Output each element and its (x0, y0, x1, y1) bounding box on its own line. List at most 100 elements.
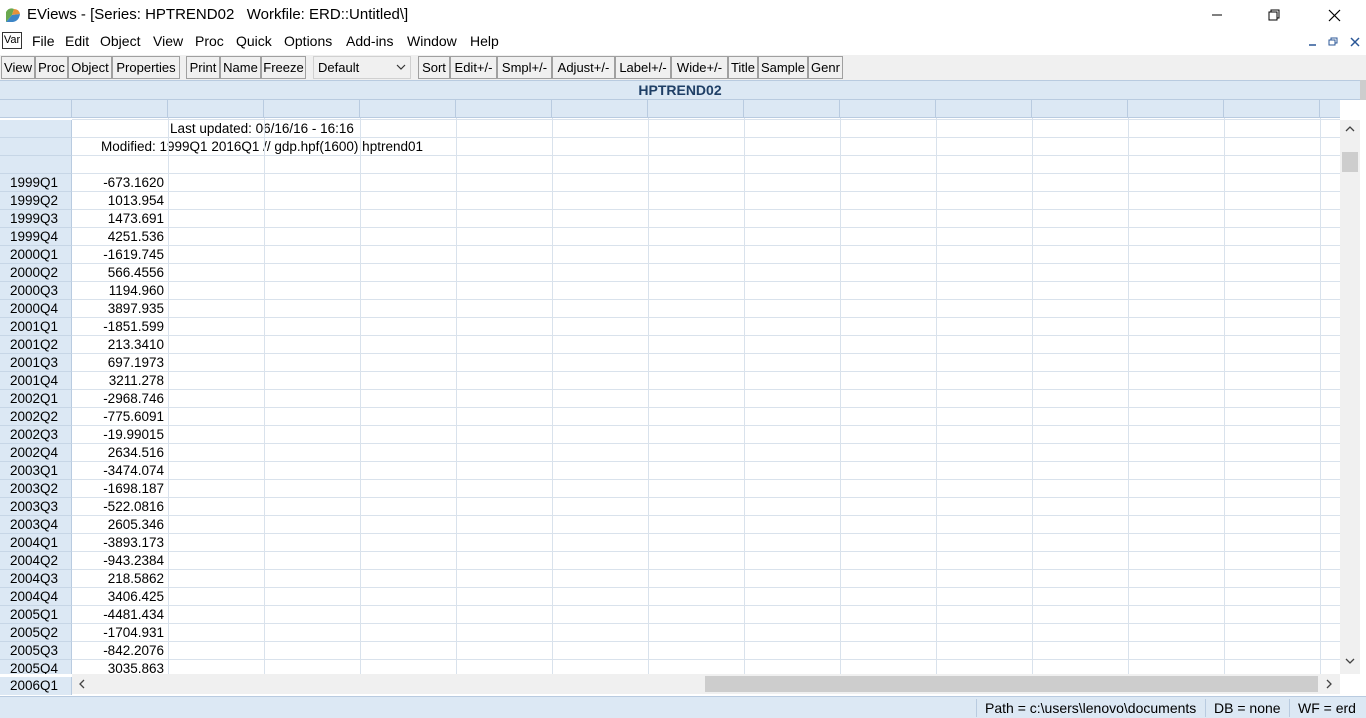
row-header[interactable]: 1999Q4 (0, 228, 72, 246)
data-cell[interactable]: -2968.746 (72, 390, 164, 407)
menu-options[interactable]: Options (284, 33, 332, 50)
child-close-icon[interactable] (1349, 36, 1361, 48)
adjust-toggle-button[interactable]: Adjust+/- (552, 56, 615, 79)
row-header[interactable]: 2001Q4 (0, 372, 72, 390)
data-cell[interactable]: 2634.516 (72, 444, 164, 461)
data-cell[interactable]: 1013.954 (72, 192, 164, 209)
column-header[interactable] (552, 100, 648, 118)
row-header[interactable]: 2004Q3 (0, 570, 72, 588)
menu-window[interactable]: Window (407, 33, 457, 50)
row-header[interactable]: 1999Q2 (0, 192, 72, 210)
menu-file[interactable]: File (32, 33, 55, 50)
row-header[interactable]: 2005Q2 (0, 624, 72, 642)
column-header[interactable] (1128, 100, 1224, 118)
scroll-down-icon[interactable] (1345, 657, 1355, 665)
row-header[interactable]: 2003Q4 (0, 516, 72, 534)
row-header[interactable]: 2004Q4 (0, 588, 72, 606)
row-header[interactable]: 2001Q1 (0, 318, 72, 336)
scroll-left-icon[interactable] (78, 679, 86, 689)
vertical-scrollbar[interactable] (1340, 120, 1360, 674)
close-button[interactable] (1311, 0, 1357, 30)
restore-button[interactable] (1251, 0, 1297, 30)
sort-button[interactable]: Sort (418, 56, 450, 79)
column-header[interactable] (648, 100, 744, 118)
row-header[interactable]: 2002Q3 (0, 426, 72, 444)
title-button[interactable]: Title (728, 56, 758, 79)
column-header[interactable] (840, 100, 936, 118)
row-header[interactable]: 2000Q4 (0, 300, 72, 318)
data-cell[interactable]: -3474.074 (72, 462, 164, 479)
row-header[interactable]: 2002Q4 (0, 444, 72, 462)
row-header[interactable]: 2006Q1 (0, 677, 72, 695)
data-cell[interactable]: -842.2076 (72, 642, 164, 659)
menu-proc[interactable]: Proc (195, 33, 224, 50)
menu-add-ins[interactable]: Add-ins (346, 33, 393, 50)
row-header[interactable]: 2004Q2 (0, 552, 72, 570)
row-header[interactable]: 2001Q2 (0, 336, 72, 354)
row-header[interactable]: 2005Q4 (0, 660, 72, 674)
data-cell[interactable]: -3893.173 (72, 534, 164, 551)
scroll-up-icon[interactable] (1345, 125, 1355, 133)
row-header[interactable]: 2000Q2 (0, 264, 72, 282)
child-minimize-icon[interactable] (1307, 36, 1319, 48)
data-cell[interactable]: 3035.863 (72, 660, 164, 674)
data-cell[interactable]: 3897.935 (72, 300, 164, 317)
view-button[interactable]: View (1, 56, 35, 79)
object-button[interactable]: Object (68, 56, 112, 79)
child-restore-icon[interactable] (1327, 36, 1339, 48)
row-header[interactable]: 2003Q3 (0, 498, 72, 516)
scroll-right-icon[interactable] (1325, 679, 1333, 689)
data-cell[interactable]: 218.5862 (72, 570, 164, 587)
row-header[interactable]: 1999Q1 (0, 174, 72, 192)
row-header[interactable] (0, 156, 72, 174)
menu-object[interactable]: Object (100, 33, 140, 50)
menu-help[interactable]: Help (470, 33, 499, 50)
data-cell[interactable]: -1851.599 (72, 318, 164, 335)
row-header[interactable]: 2005Q1 (0, 606, 72, 624)
row-header[interactable] (0, 138, 72, 156)
data-cell[interactable]: -4481.434 (72, 606, 164, 623)
column-header[interactable] (360, 100, 456, 118)
freeze-button[interactable]: Freeze (261, 56, 306, 79)
menu-edit[interactable]: Edit (65, 33, 89, 50)
data-cell[interactable]: -673.1620 (72, 174, 164, 191)
data-cell[interactable]: 4251.536 (72, 228, 164, 245)
row-header[interactable] (0, 120, 72, 138)
column-header[interactable] (936, 100, 1032, 118)
genr-button[interactable]: Genr (808, 56, 843, 79)
menu-quick[interactable]: Quick (236, 33, 272, 50)
smpl-toggle-button[interactable]: Smpl+/- (497, 56, 552, 79)
sample-button[interactable]: Sample (758, 56, 808, 79)
data-cell[interactable]: 3211.278 (72, 372, 164, 389)
data-cell[interactable]: -522.0816 (72, 498, 164, 515)
print-button[interactable]: Print (186, 56, 220, 79)
data-cell[interactable]: -943.2384 (72, 552, 164, 569)
column-header[interactable] (168, 100, 264, 118)
row-header[interactable]: 2002Q1 (0, 390, 72, 408)
column-header[interactable] (264, 100, 360, 118)
data-cell[interactable]: -1619.745 (72, 246, 164, 263)
data-cell[interactable]: -1698.187 (72, 480, 164, 497)
proc-button[interactable]: Proc (35, 56, 68, 79)
edit-toggle-button[interactable]: Edit+/- (450, 56, 497, 79)
data-cell[interactable]: -19.99015 (72, 426, 164, 443)
row-header[interactable]: 2003Q1 (0, 462, 72, 480)
horizontal-scrollbar[interactable] (72, 674, 1340, 694)
column-header[interactable] (1032, 100, 1128, 118)
label-toggle-button[interactable]: Label+/- (615, 56, 671, 79)
name-button[interactable]: Name (220, 56, 261, 79)
row-header[interactable]: 2002Q2 (0, 408, 72, 426)
properties-button[interactable]: Properties (112, 56, 180, 79)
data-cell[interactable]: 213.3410 (72, 336, 164, 353)
data-cell[interactable]: 697.1973 (72, 354, 164, 371)
row-header[interactable]: 2005Q3 (0, 642, 72, 660)
series-spreadsheet[interactable]: Last updated: 06/16/16 - 16:16 Modified:… (0, 100, 1340, 674)
column-header[interactable] (456, 100, 552, 118)
var-menu-icon[interactable]: Var (2, 32, 22, 49)
vertical-scroll-thumb[interactable] (1342, 152, 1358, 172)
row-header[interactable]: 2000Q3 (0, 282, 72, 300)
row-header[interactable]: 2004Q1 (0, 534, 72, 552)
column-header[interactable] (72, 100, 168, 118)
outer-scrollbar-thumb[interactable] (1360, 80, 1366, 100)
data-cell[interactable]: -775.6091 (72, 408, 164, 425)
